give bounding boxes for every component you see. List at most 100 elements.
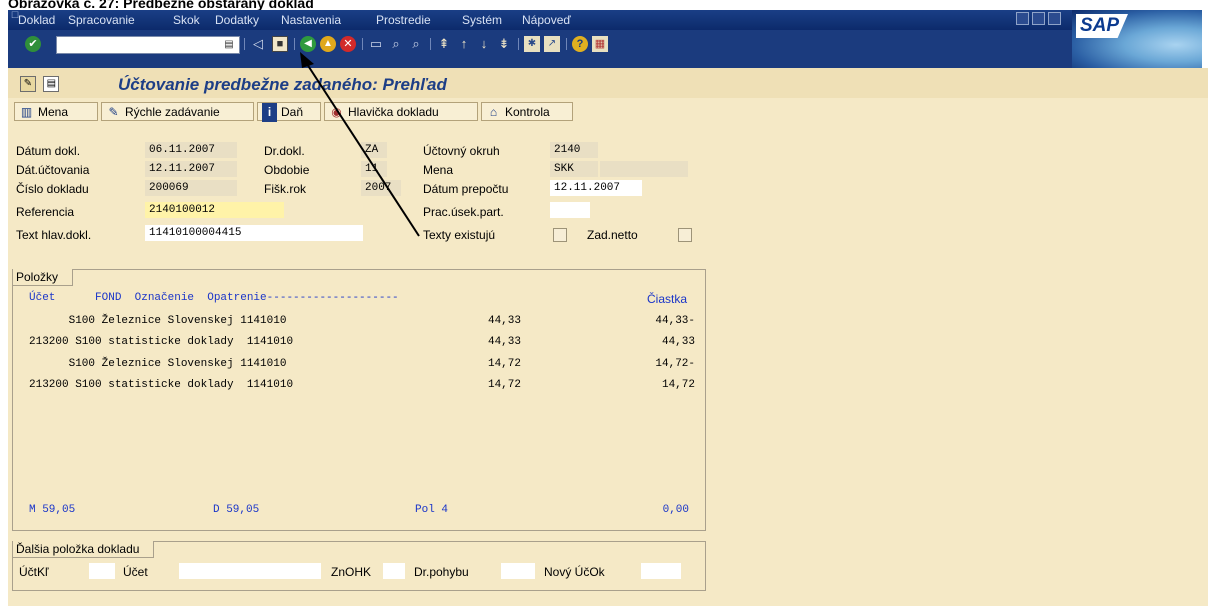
obdobie-label: Obdobie bbox=[264, 163, 310, 177]
texty-existuju-checkbox bbox=[553, 228, 567, 242]
last-page-icon[interactable]: ⇟ bbox=[496, 36, 512, 52]
back-icon[interactable]: ◀ bbox=[300, 36, 316, 52]
uctovny-okruh-label: Účtovný okruh bbox=[423, 144, 500, 158]
help-icon[interactable]: ? bbox=[572, 36, 588, 52]
hlavicka-dokladu-button[interactable]: ◉ Hlavička dokladu bbox=[324, 102, 478, 121]
mena-label: Mena bbox=[423, 163, 454, 177]
other-document-icon[interactable]: ▤ bbox=[43, 76, 60, 92]
find-icon[interactable]: ⌕ bbox=[388, 36, 404, 52]
novy-ucok-label: Nový ÚčOk bbox=[544, 565, 605, 579]
next-page-icon[interactable]: ↓ bbox=[476, 36, 492, 52]
cislo-dokladu-field: 200069 bbox=[145, 180, 237, 196]
standard-toolbar: ✔ ▤ ◁ ■ ◀ ▲ ✕ ▭ ⌕ ⌕ ⇞ ↑ ↓ ⇟ ✱ ↗ ? ▦ bbox=[8, 30, 1072, 68]
print-icon[interactable]: ▭ bbox=[368, 36, 384, 52]
texty-existuju-label: Texty existujú bbox=[423, 228, 496, 242]
dalsia-polozka-box: Ďalšia položka dokladu ÚčtKľ Účet ZnOHK … bbox=[12, 541, 706, 591]
page-title: Účtovanie predbežne zadaného: Prehľad bbox=[118, 75, 447, 94]
menu-bar: ☐ Doklad Spracovanie Skok Dodatky Nastav… bbox=[8, 10, 1202, 30]
datum-prepoctu-label: Dátum prepočtu bbox=[423, 182, 509, 196]
znohk-label: ZnOHK bbox=[331, 565, 372, 579]
polozky-tab: Položky bbox=[13, 269, 74, 286]
sap-logo-text: SAP bbox=[1076, 14, 1128, 38]
layout-icon[interactable]: ▦ bbox=[592, 36, 608, 52]
fisk-rok-field: 2007 bbox=[361, 180, 401, 196]
zad-netto-checkbox[interactable] bbox=[678, 228, 692, 242]
items-header: Účet FOND Označenie Opatrenie-----------… bbox=[29, 292, 399, 304]
cancel-icon[interactable]: ✕ bbox=[340, 36, 356, 52]
minimize-icon[interactable] bbox=[1016, 12, 1029, 25]
header-icon: ◉ bbox=[331, 105, 342, 119]
obdobie-field: 11 bbox=[361, 161, 387, 177]
znohk-field[interactable] bbox=[383, 563, 405, 579]
ucet-field[interactable] bbox=[179, 563, 321, 579]
novy-ucok-field[interactable] bbox=[641, 563, 681, 579]
mena-field: SKK bbox=[550, 161, 598, 177]
polozky-box: Položky Účet FOND Označenie Opatrenie---… bbox=[12, 269, 706, 531]
main-panel: ✎ ▤ Účtovanie predbežne zadaného: Prehľa… bbox=[8, 68, 1208, 606]
ciastka-header: Čiastka bbox=[647, 292, 688, 306]
menu-napoveda[interactable]: Nápoveď bbox=[522, 13, 571, 27]
command-field[interactable] bbox=[56, 36, 240, 54]
kontrola-button[interactable]: ⌂ Kontrola bbox=[481, 102, 573, 121]
command-history-icon[interactable]: ▤ bbox=[221, 37, 237, 53]
dan-button[interactable]: i Daň bbox=[257, 102, 321, 122]
uctovny-okruh-field: 2140 bbox=[550, 142, 598, 158]
find-next-icon[interactable]: ⌕ bbox=[408, 36, 424, 52]
check-doc-icon: ⌂ bbox=[489, 105, 498, 119]
first-page-icon[interactable]: ⇞ bbox=[436, 36, 452, 52]
info-icon: i bbox=[262, 103, 277, 122]
application-toolbar: ▥ Mena ✎ Rýchle zadávanie i Daň ◉ Hlavička d… bbox=[8, 98, 1208, 128]
back-arrow-icon[interactable]: ◁ bbox=[250, 36, 266, 52]
fast-entry-icon: ✎ bbox=[108, 105, 119, 119]
uctkl-field[interactable] bbox=[89, 563, 115, 579]
balance: 0,00 bbox=[662, 504, 689, 516]
dr-dokl-field: ZA bbox=[361, 142, 387, 158]
datum-dokl-label: Dátum dokl. bbox=[16, 144, 81, 158]
referencia-label: Referencia bbox=[16, 205, 75, 219]
new-session-icon[interactable]: ✱ bbox=[524, 36, 540, 52]
dr-pohybu-field[interactable] bbox=[501, 563, 535, 579]
rychle-zadavanie-button[interactable]: ✎ Rýchle zadávanie bbox=[101, 102, 254, 121]
title-icons: ✎ ▤ bbox=[20, 76, 63, 92]
sum-d: D 59,05 bbox=[213, 504, 260, 516]
datum-prepoctu-field[interactable]: 12.11.2007 bbox=[550, 180, 642, 196]
dalsia-polozka-tab: Ďalšia položka dokladu bbox=[13, 541, 155, 558]
menu-skok[interactable]: Skok bbox=[173, 13, 200, 27]
prac-usek-part-field[interactable] bbox=[550, 202, 590, 218]
fisk-rok-label: Fišk.rok bbox=[264, 182, 306, 196]
referencia-field[interactable]: 2140100012 bbox=[145, 202, 284, 218]
dat-uctovania-field: 12.11.2007 bbox=[145, 161, 237, 177]
maximize-icon[interactable] bbox=[1032, 12, 1045, 25]
menu-doklad[interactable]: Doklad bbox=[18, 13, 55, 27]
prev-page-icon[interactable]: ↑ bbox=[456, 36, 472, 52]
sum-m: M 59,05 bbox=[29, 504, 76, 516]
mena-extra-field bbox=[600, 161, 688, 177]
display-change-icon[interactable]: ✎ bbox=[20, 76, 36, 92]
cislo-dokladu-label: Číslo dokladu bbox=[16, 182, 89, 196]
text-hlav-dokl-label: Text hlav.dokl. bbox=[16, 228, 92, 242]
ucet-label: Účet bbox=[123, 565, 148, 579]
menu-prostredie[interactable]: Prostredie bbox=[376, 13, 431, 27]
text-hlav-dokl-field[interactable]: 11410100004415 bbox=[145, 225, 363, 241]
prac-usek-part-label: Prac.úsek.part. bbox=[423, 205, 504, 219]
exit-icon[interactable]: ▲ bbox=[320, 36, 336, 52]
save-icon[interactable]: ■ bbox=[272, 36, 288, 52]
check-icon[interactable]: ✔ bbox=[25, 36, 41, 52]
shortcut-icon[interactable]: ↗ bbox=[544, 36, 560, 52]
menu-dodatky[interactable]: Dodatky bbox=[215, 13, 259, 27]
dr-dokl-label: Dr.dokl. bbox=[264, 144, 305, 158]
zad-netto-label: Zad.netto bbox=[587, 228, 638, 242]
sap-logo: SAP bbox=[1072, 10, 1202, 68]
close-icon[interactable] bbox=[1048, 12, 1061, 25]
menu-spracovanie[interactable]: Spracovanie bbox=[68, 13, 135, 27]
menu-nastavenia[interactable]: Nastavenia bbox=[281, 13, 341, 27]
pol-count: Pol 4 bbox=[415, 504, 449, 516]
currency-icon: ▥ bbox=[20, 105, 33, 119]
uctkl-label: ÚčtKľ bbox=[19, 565, 49, 579]
menu-system[interactable]: Systém bbox=[462, 13, 502, 27]
title-bar: ✎ ▤ Účtovanie predbežne zadaného: Prehľa… bbox=[8, 68, 1208, 98]
mena-button[interactable]: ▥ Mena bbox=[14, 102, 98, 121]
dr-pohybu-label: Dr.pohybu bbox=[414, 565, 469, 579]
dat-uctovania-label: Dát.účtovania bbox=[16, 163, 90, 177]
datum-dokl-field: 06.11.2007 bbox=[145, 142, 237, 158]
